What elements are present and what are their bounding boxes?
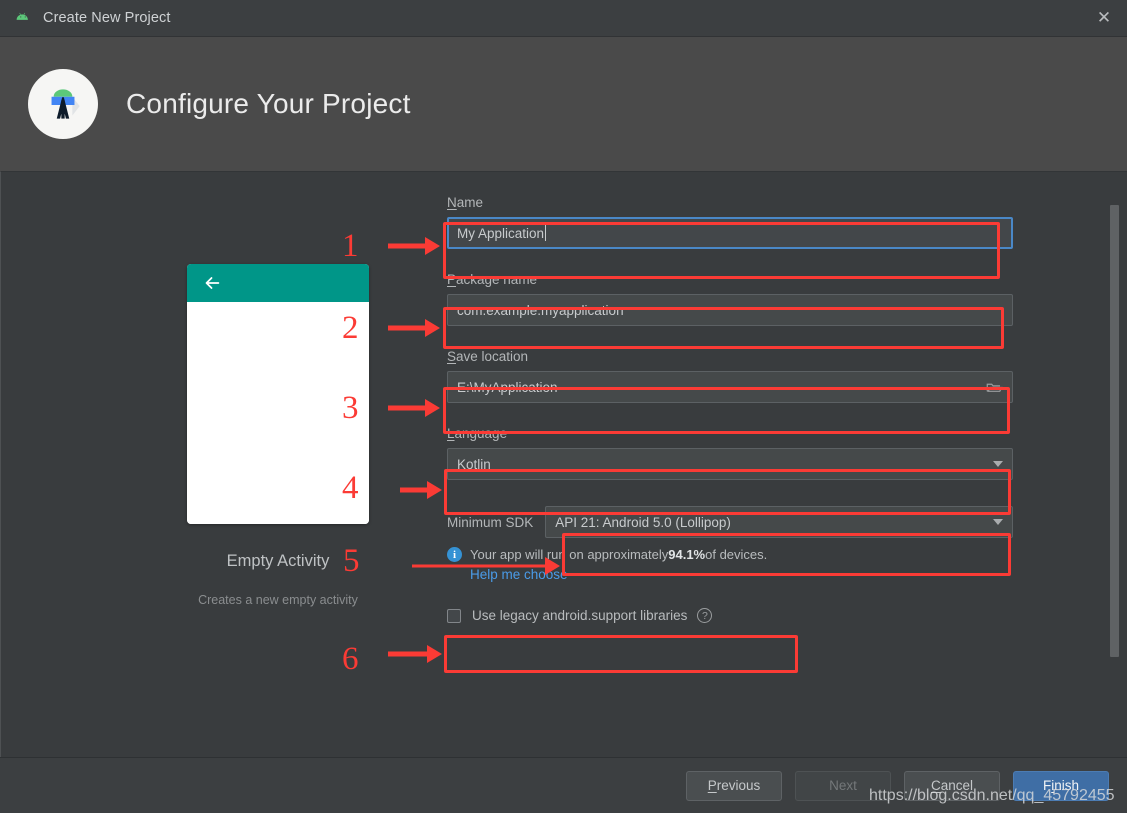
- legacy-libraries-row[interactable]: Use legacy android.support libraries ?: [447, 608, 1013, 623]
- field-save-location: Save location E:\MyApplication: [447, 348, 1013, 403]
- package-name-value: com.example.myapplication: [457, 302, 624, 318]
- android-robot-icon: [14, 9, 32, 27]
- help-me-choose-link[interactable]: Help me choose: [470, 567, 1013, 582]
- chevron-down-icon: [993, 461, 1003, 467]
- save-location-input[interactable]: E:\MyApplication: [447, 371, 1013, 403]
- field-language: Language Kotlin: [447, 425, 1013, 480]
- name-label: Name: [447, 195, 484, 210]
- close-icon[interactable]: ✕: [1081, 0, 1127, 36]
- folder-icon[interactable]: [986, 380, 1003, 395]
- minimum-sdk-value: API 21: Android 5.0 (Lollipop): [555, 514, 731, 530]
- project-form: Name My Application Package name com.exa…: [447, 194, 1013, 623]
- arrow-left-icon: [205, 277, 220, 289]
- minimum-sdk-label: Minimum SDK: [447, 514, 534, 530]
- window-titlebar: Create New Project ✕: [0, 0, 1127, 36]
- package-name-label: Package name: [447, 272, 538, 287]
- vertical-scrollbar[interactable]: [1110, 182, 1119, 747]
- dialog-header: Configure Your Project: [0, 36, 1127, 171]
- device-coverage-prefix: Your app will run on approximately: [470, 547, 669, 562]
- template-description: Creates a new empty activity: [198, 593, 358, 607]
- field-name: Name My Application: [447, 194, 1013, 249]
- device-coverage-percent: 94.1%: [668, 547, 706, 562]
- create-new-project-dialog: Create New Project ✕ Configure Your Proj…: [0, 0, 1127, 813]
- device-coverage-suffix: of devices.: [705, 547, 768, 562]
- scrollbar-thumb[interactable]: [1110, 205, 1119, 657]
- device-coverage-info: i Your app will run on approximately 94.…: [447, 547, 1013, 562]
- language-combobox[interactable]: Kotlin: [447, 448, 1013, 480]
- thumbnail-canvas: [187, 302, 369, 524]
- chevron-down-icon: [993, 519, 1003, 525]
- package-name-input[interactable]: com.example.myapplication: [447, 294, 1013, 326]
- minimum-sdk-combobox[interactable]: API 21: Android 5.0 (Lollipop): [545, 506, 1013, 538]
- template-preview: Empty Activity Creates a new empty activ…: [143, 264, 413, 607]
- previous-button[interactable]: Previous: [686, 770, 782, 801]
- template-name: Empty Activity: [226, 552, 330, 570]
- legacy-libraries-checkbox[interactable]: [447, 608, 461, 623]
- info-icon: i: [447, 547, 462, 562]
- template-thumbnail: [187, 264, 369, 524]
- field-minimum-sdk: Minimum SDK API 21: Android 5.0 (Lollipo…: [447, 506, 1013, 538]
- page-title: Configure Your Project: [126, 88, 411, 119]
- window-title: Create New Project: [43, 10, 171, 26]
- save-location-value: E:\MyApplication: [457, 379, 558, 395]
- name-input[interactable]: My Application: [447, 217, 1013, 249]
- language-value: Kotlin: [457, 456, 491, 472]
- watermark-text: https://blog.csdn.net/qq_45792455: [869, 787, 1115, 804]
- name-input-value: My Application: [457, 225, 545, 241]
- legacy-libraries-label: Use legacy android.support libraries: [472, 608, 688, 623]
- dialog-body: Empty Activity Creates a new empty activ…: [0, 171, 1127, 757]
- android-studio-logo-icon: [28, 69, 98, 139]
- question-mark-icon[interactable]: ?: [697, 608, 713, 623]
- save-location-label: Save location: [447, 349, 529, 364]
- text-caret: [545, 225, 547, 241]
- field-package-name: Package name com.example.myapplication: [447, 271, 1013, 326]
- thumbnail-appbar: [187, 264, 369, 302]
- language-label: Language: [447, 426, 508, 441]
